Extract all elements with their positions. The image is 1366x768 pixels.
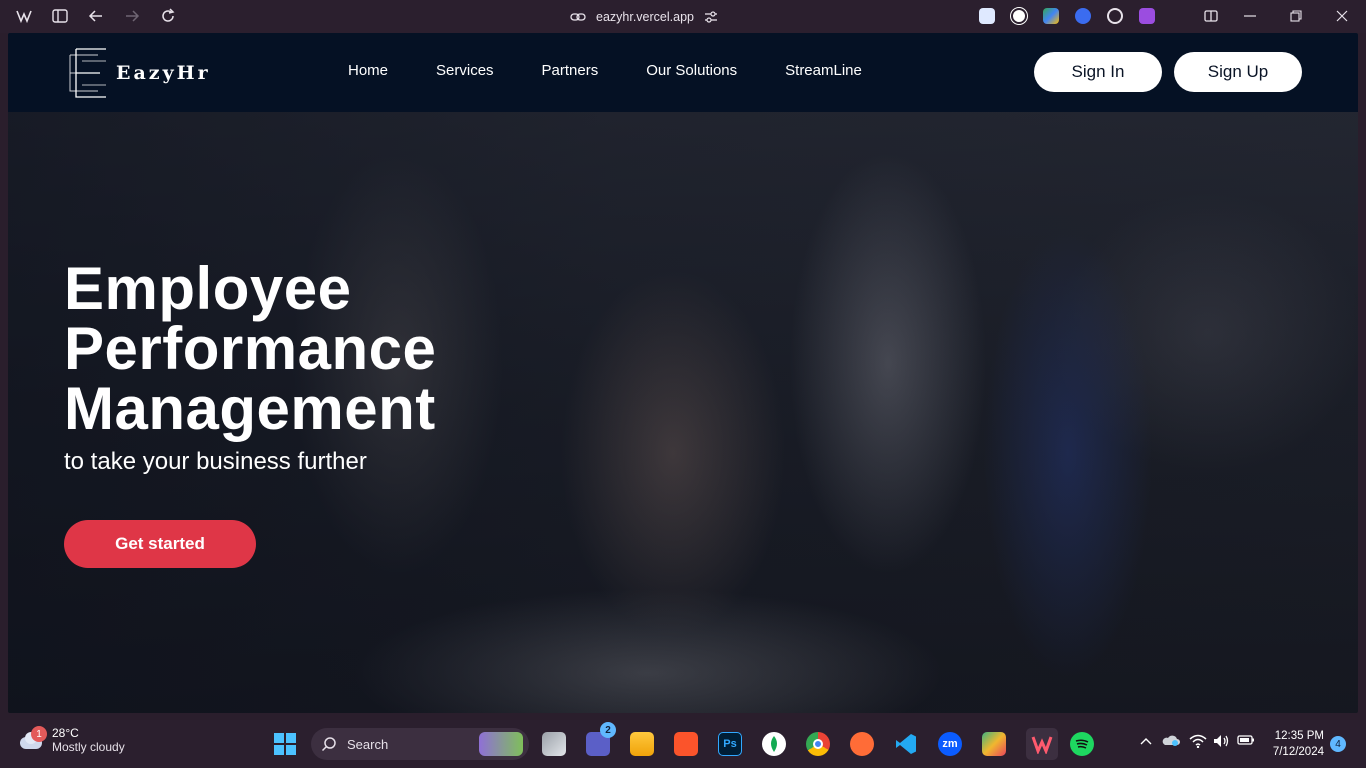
postman-icon[interactable]: [850, 732, 874, 756]
system-clock[interactable]: 12:35 PM 7/12/2024: [1264, 728, 1324, 760]
hero-title: Employee Performance Management: [64, 259, 664, 439]
zoom-icon[interactable]: zm: [938, 732, 962, 756]
split-view-icon[interactable]: [1202, 7, 1220, 25]
nav-link-home[interactable]: Home: [348, 62, 388, 79]
notification-center-badge[interactable]: 4: [1330, 736, 1346, 752]
search-icon: [321, 737, 336, 752]
sidebar-toggle-icon[interactable]: [51, 7, 69, 25]
volume-icon[interactable]: [1213, 734, 1231, 751]
restore-icon[interactable]: [1287, 7, 1305, 25]
active-browser-icon[interactable]: [1026, 728, 1058, 760]
hero-title-line-2: Performance: [64, 315, 437, 382]
url-text: eazyhr.vercel.app: [596, 10, 694, 24]
extension-colorful-icon[interactable]: [1043, 8, 1059, 24]
extension-w-icon[interactable]: [1010, 7, 1028, 25]
taskbar: 1 28°C Mostly cloudy Search 2 Ps zm 12:3…: [0, 720, 1366, 768]
teams-badge: 2: [600, 722, 616, 738]
nav-link-streamline[interactable]: StreamLine: [785, 62, 862, 79]
gitkraken-icon[interactable]: [982, 732, 1006, 756]
photoshop-icon[interactable]: Ps: [718, 732, 742, 756]
forward-icon[interactable]: [123, 7, 141, 25]
extension-docs-icon[interactable]: [979, 8, 995, 24]
hero-subtitle: to take your business further: [64, 448, 367, 475]
extension-blue-circle-icon[interactable]: [1075, 8, 1091, 24]
page-viewport: EazyHr Home Services Partners Our Soluti…: [8, 33, 1358, 713]
search-highlight-image: [479, 732, 523, 756]
weather-condition: Mostly cloudy: [52, 740, 125, 754]
onedrive-icon[interactable]: [1162, 734, 1180, 749]
show-hidden-icons-chevron-icon[interactable]: [1140, 734, 1152, 748]
file-explorer-icon[interactable]: [630, 732, 654, 756]
logo-e-mark-icon: [69, 48, 106, 98]
site-navbar: EazyHr Home Services Partners Our Soluti…: [8, 33, 1358, 112]
wifi-icon[interactable]: [1189, 734, 1207, 751]
nav-link-our-solutions[interactable]: Our Solutions: [646, 62, 737, 79]
teams-icon[interactable]: 2: [586, 722, 616, 756]
site-settings-icon[interactable]: [704, 11, 718, 23]
weather-temp: 28°C: [52, 726, 79, 740]
sign-in-button[interactable]: Sign In: [1034, 52, 1162, 92]
extension-target-icon[interactable]: [1107, 8, 1123, 24]
start-windows-icon[interactable]: [273, 732, 297, 756]
clock-time: 12:35 PM: [1274, 730, 1324, 742]
get-started-button[interactable]: Get started: [64, 520, 256, 568]
vscode-icon[interactable]: [894, 732, 918, 756]
hero-title-line-3: Management: [64, 375, 436, 442]
sign-up-button[interactable]: Sign Up: [1174, 52, 1302, 92]
close-icon[interactable]: [1333, 7, 1351, 25]
site-logo[interactable]: EazyHr: [66, 47, 211, 99]
browser-logo-icon[interactable]: [15, 7, 33, 25]
address-bar[interactable]: eazyhr.vercel.app: [570, 6, 740, 28]
logo-text: EazyHr: [116, 62, 211, 84]
weather-widget[interactable]: 1 28°C Mostly cloudy: [16, 726, 125, 754]
hero-title-line-1: Employee: [64, 255, 352, 322]
chrome-icon[interactable]: [806, 732, 830, 756]
nav-link-services[interactable]: Services: [436, 62, 494, 79]
brave-browser-icon[interactable]: [674, 732, 698, 756]
browser-chrome: eazyhr.vercel.app: [0, 0, 1366, 33]
weather-badge: 1: [31, 726, 47, 742]
back-icon[interactable]: [87, 7, 105, 25]
spotify-icon[interactable]: [1070, 732, 1094, 756]
clock-date: 7/12/2024: [1272, 746, 1324, 758]
cloudy-weather-icon: 1: [16, 726, 47, 752]
task-view-icon[interactable]: [542, 732, 566, 756]
search-label: Search: [347, 736, 389, 752]
minimize-icon[interactable]: [1241, 7, 1259, 25]
mongodb-compass-icon[interactable]: [762, 732, 786, 756]
link-icon: [570, 12, 586, 22]
extension-purple-icon[interactable]: [1139, 8, 1155, 24]
nav-link-partners[interactable]: Partners: [542, 62, 599, 79]
reload-icon[interactable]: [159, 7, 177, 25]
main-nav: Home Services Partners Our Solutions Str…: [348, 62, 862, 79]
battery-icon[interactable]: [1237, 734, 1255, 749]
taskbar-search[interactable]: Search: [311, 728, 529, 760]
